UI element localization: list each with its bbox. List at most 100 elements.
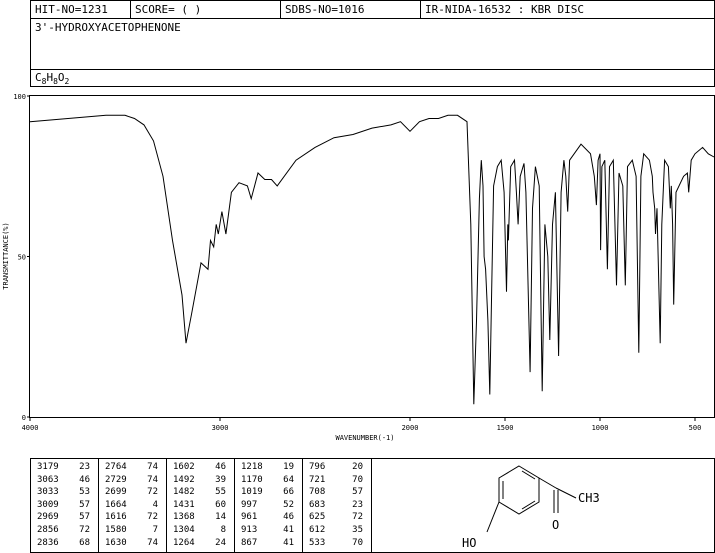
peak-transmittance: 46 (215, 462, 226, 472)
peak-transmittance: 60 (215, 499, 226, 510)
peak-transmittance: 53 (79, 487, 90, 498)
peak-wavenumber: 625 (309, 512, 326, 523)
peak-transmittance: 72 (147, 512, 158, 523)
peak-column: 1602 46 1492 39 1482 55 1431 60 1368 14 1304 8 1264 2… (167, 459, 235, 553)
peak-table: 3179 23 3063 46 3033 53 3009 57 2969 57 2856 72 2836… (30, 458, 372, 553)
peak-transmittance: 57 (352, 487, 363, 498)
peak-transmittance: 35 (352, 525, 363, 535)
peak-wavenumber: 3009 (37, 499, 59, 510)
peak-transmittance: 46 (79, 474, 90, 485)
peak-wavenumber: 1170 (241, 474, 263, 485)
peak-wavenumber: 2856 (37, 525, 59, 535)
x-tick-label: 3000 (212, 424, 229, 432)
y-axis: 0 50 100 (13, 93, 30, 422)
x-tick-label: 2000 (402, 424, 419, 432)
peak-transmittance: 66 (283, 487, 294, 498)
peak-wavenumber: 2699 (105, 487, 127, 498)
y-tick-label: 0 (22, 414, 26, 422)
peak-wavenumber: 683 (309, 499, 326, 510)
peak-transmittance: 64 (283, 474, 294, 485)
peak-transmittance: 74 (147, 537, 158, 548)
y-tick-label: 50 (18, 254, 26, 262)
peak-wavenumber: 997 (241, 499, 258, 510)
peak-wavenumber: 867 (241, 537, 258, 548)
peak-wavenumber: 1368 (173, 512, 195, 523)
peak-wavenumber: 1482 (173, 487, 195, 498)
peak-wavenumber: 1580 (105, 525, 127, 535)
peak-column: 1218 19 1170 64 1019 66 997 52 961 46 913 41 867 41 (235, 459, 303, 553)
structure-box: CH3 O HO (371, 458, 715, 553)
x-tick-label: 1500 (497, 424, 514, 432)
peak-transmittance: 57 (79, 499, 90, 510)
plot-frame (29, 95, 715, 418)
peak-wavenumber: 721 (309, 474, 326, 485)
peak-wavenumber: 1492 (173, 474, 195, 485)
peak-wavenumber: 612 (309, 525, 326, 535)
x-tick-label: 4000 (22, 424, 39, 432)
acetyl-group (538, 477, 577, 513)
peak-column: 2764 74 2729 74 2699 72 1664 4 1616 72 1580 7 1630 74 (99, 459, 167, 553)
x-tick-label: 500 (689, 424, 702, 432)
peak-transmittance: 70 (352, 474, 363, 485)
peak-wavenumber: 1264 (173, 537, 195, 548)
peak-wavenumber: 1616 (105, 512, 127, 523)
peak-wavenumber: 961 (241, 512, 258, 523)
molecule-structure: CH3 O HO (462, 465, 600, 550)
y-axis-label: TRANSMITTANCE(%) (2, 222, 10, 289)
peak-transmittance: 72 (147, 487, 158, 498)
peak-wavenumber: 913 (241, 525, 258, 535)
peak-wavenumber: 2764 (105, 462, 127, 472)
peak-wavenumber: 1431 (173, 499, 195, 510)
peak-wavenumber: 1218 (241, 462, 263, 472)
peak-transmittance: 14 (215, 512, 226, 523)
peak-column: 796 20 721 70 708 57 683 23 625 72 612 35 533 70 (303, 459, 371, 553)
peak-transmittance: 72 (79, 525, 90, 535)
peak-wavenumber: 1602 (173, 462, 195, 472)
peak-transmittance: 74 (147, 462, 158, 472)
peak-transmittance: 19 (283, 462, 294, 472)
peak-transmittance: 41 (283, 525, 294, 535)
y-tick-label: 100 (13, 93, 26, 101)
peak-transmittance: 8 (220, 525, 226, 535)
peak-transmittance: 4 (152, 499, 158, 510)
peak-wavenumber: 2969 (37, 512, 59, 523)
peak-column: 3179 23 3063 46 3033 53 3009 57 2969 57 2856 72 2836… (31, 459, 99, 553)
peak-transmittance: 72 (352, 512, 363, 523)
peak-transmittance: 46 (283, 512, 294, 523)
peak-wavenumber: 796 (309, 462, 326, 472)
hydroxyl-bond (486, 501, 500, 533)
peak-wavenumber: 3033 (37, 487, 59, 498)
x-tick-label: 1000 (592, 424, 609, 432)
peak-transmittance: 57 (79, 512, 90, 523)
peak-transmittance: 24 (215, 537, 226, 548)
peak-wavenumber: 1019 (241, 487, 263, 498)
x-axis-label: WAVENUMBER(-1) (335, 434, 394, 442)
peak-transmittance: 7 (152, 525, 158, 535)
peak-transmittance: 39 (215, 474, 226, 485)
peak-transmittance: 68 (79, 537, 90, 548)
peak-wavenumber: 533 (309, 537, 326, 548)
peak-wavenumber: 2729 (105, 474, 127, 485)
peak-wavenumber: 1630 (105, 537, 127, 548)
peak-transmittance: 20 (352, 462, 363, 472)
carbonyl-oxygen-label: O (552, 518, 559, 532)
x-axis: 4000 3000 2000 1500 1000 500 (22, 417, 702, 432)
spectrum-line (29, 114, 715, 405)
peak-wavenumber: 3179 (37, 462, 59, 472)
ir-spectrum-chart: 4000 3000 2000 1500 1000 500 0 50 100 WAVENUMBE… (2, 93, 715, 442)
peak-transmittance: 52 (283, 499, 294, 510)
peak-wavenumber: 1304 (173, 525, 195, 535)
benzene-ring (498, 465, 540, 515)
peak-transmittance: 70 (352, 537, 363, 548)
peak-transmittance: 74 (147, 474, 158, 485)
peak-wavenumber: 3063 (37, 474, 59, 485)
peak-wavenumber: 708 (309, 487, 326, 498)
hydroxyl-label: HO (462, 536, 476, 550)
peak-transmittance: 23 (352, 499, 363, 510)
peak-wavenumber: 2836 (37, 537, 59, 548)
peak-transmittance: 55 (215, 487, 226, 498)
methyl-label: CH3 (578, 491, 600, 505)
peak-wavenumber: 1664 (105, 499, 127, 510)
peak-transmittance: 23 (79, 462, 90, 472)
peak-transmittance: 41 (283, 537, 294, 548)
